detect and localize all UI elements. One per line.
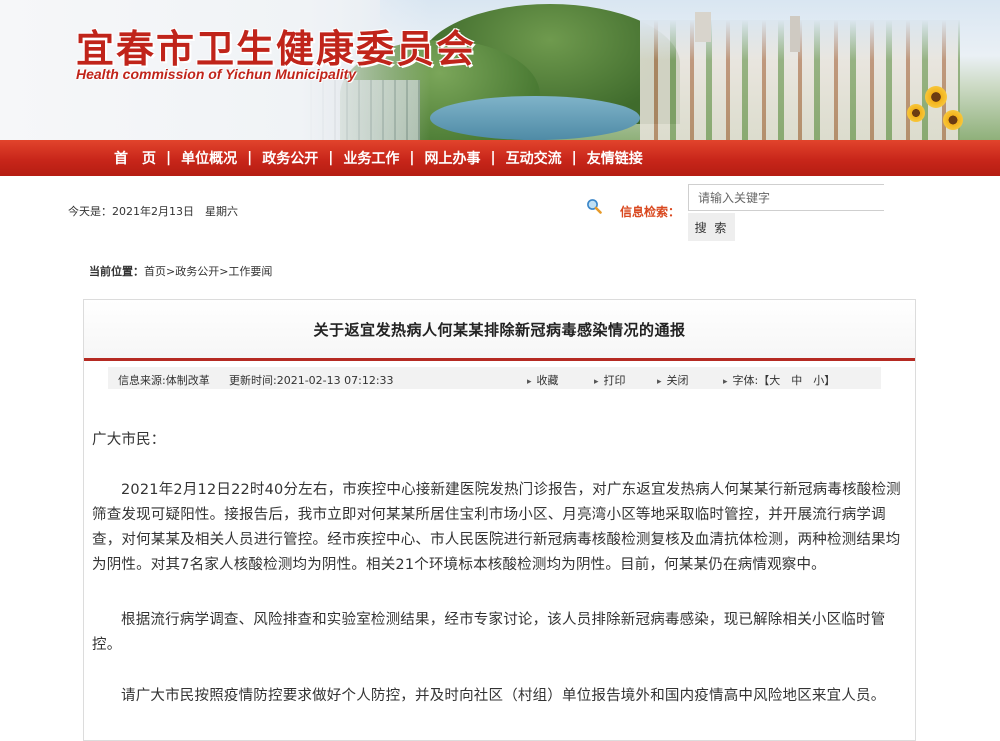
article-paragraph: 根据流行病学调查、风险排查和实验室检测结果，经市专家讨论，该人员排除新冠病毒感染… bbox=[92, 612, 886, 653]
nav-separator: | bbox=[409, 150, 415, 166]
nav-separator: | bbox=[571, 150, 577, 166]
font-size-control[interactable]: 字体:【大 中 小】 bbox=[723, 372, 836, 388]
article-panel: 关于返宜发热病人何某某排除新冠病毒感染情况的通报 信息来源:体制改革 更新时间:… bbox=[83, 299, 916, 741]
nav-item-online-services[interactable]: 网上办事 bbox=[425, 148, 481, 168]
print-button[interactable]: 打印 bbox=[594, 372, 626, 388]
magnifier-icon bbox=[587, 199, 602, 214]
banner-sunflowers bbox=[905, 82, 965, 140]
main-nav: 首 页 | 单位概况 | 政务公开 | 业务工作 | 网上办事 | 互动交流 |… bbox=[0, 140, 1000, 176]
nav-separator: | bbox=[328, 150, 334, 166]
close-button[interactable]: 关闭 bbox=[657, 372, 689, 388]
banner-tower bbox=[790, 16, 800, 52]
nav-item-links[interactable]: 友情链接 bbox=[587, 148, 643, 168]
nav-item-about[interactable]: 单位概况 bbox=[181, 148, 237, 168]
nav-item-home[interactable]: 首 页 bbox=[114, 148, 156, 168]
article-greeting: 广大市民： bbox=[92, 432, 166, 448]
article-updated: 更新时间:2021-02-13 07:12:33 bbox=[229, 374, 394, 387]
article-header: 关于返宜发热病人何某某排除新冠病毒感染情况的通报 bbox=[84, 300, 915, 361]
today-date: 今天是：2021年2月13日 星期六 bbox=[68, 205, 238, 218]
site-subtitle: Health commission of Yichun Municipality bbox=[76, 66, 357, 82]
nav-item-government-affairs[interactable]: 政务公开 bbox=[262, 148, 318, 168]
favorite-button[interactable]: 收藏 bbox=[527, 372, 559, 388]
article-source: 信息来源:体制改革 bbox=[118, 374, 210, 387]
breadcrumb: 当前位置：首页>政务公开>工作要闻 bbox=[89, 263, 272, 279]
nav-items: 首 页 | 单位概况 | 政务公开 | 业务工作 | 网上办事 | 互动交流 |… bbox=[114, 140, 643, 176]
nav-item-business[interactable]: 业务工作 bbox=[343, 148, 399, 168]
search-label: 信息检索： bbox=[620, 205, 681, 219]
banner-tower bbox=[695, 12, 711, 42]
nav-item-interaction[interactable]: 互动交流 bbox=[506, 148, 562, 168]
header-banner: 宜春市卫生健康委员会 Health commission of Yichun M… bbox=[0, 0, 1000, 140]
article-paragraph: 2021年2月12日22时40分左右，市疾控中心接新建医院发热门诊报告，对广东返… bbox=[92, 482, 901, 573]
breadcrumb-path[interactable]: 首页>政务公开>工作要闻 bbox=[144, 265, 272, 278]
nav-separator: | bbox=[247, 150, 253, 166]
article-title: 关于返宜发热病人何某某排除新冠病毒感染情况的通报 bbox=[313, 320, 686, 339]
search-input[interactable] bbox=[688, 184, 884, 211]
article-paragraph: 请广大市民按照疫情防控要求做好个人防控，并及时向社区（村组）单位报告境外和国内疫… bbox=[121, 688, 886, 704]
banner-lake bbox=[430, 96, 640, 140]
breadcrumb-label: 当前位置： bbox=[89, 265, 144, 278]
nav-separator: | bbox=[490, 150, 496, 166]
banner-haze bbox=[640, 20, 960, 60]
site-title: 宜春市卫生健康委员会 bbox=[76, 26, 477, 71]
article-meta-bar: 信息来源:体制改革 更新时间:2021-02-13 07:12:33 收藏 打印… bbox=[108, 367, 881, 389]
nav-separator: | bbox=[166, 150, 172, 166]
search-button[interactable]: 搜 索 bbox=[688, 213, 735, 241]
